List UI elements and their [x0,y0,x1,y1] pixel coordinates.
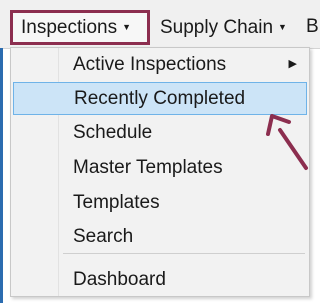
menu-item-templates[interactable]: Templates [13,186,307,219]
menubar: Inspections ▼ Supply Chain ▼ B [0,0,320,49]
menu-item-label: Active Inspections [73,54,227,75]
menu-supply-chain[interactable]: Supply Chain ▼ [160,12,287,42]
menu-item-active-inspections[interactable]: Active Inspections ▶ [13,48,307,81]
menu-item-label: Master Templates [73,157,223,178]
menu-inspections[interactable]: Inspections ▼ [10,10,150,45]
menu-item-schedule[interactable]: Schedule [13,116,307,149]
inspections-dropdown: Active Inspections ▶ Recently Completed … [10,47,310,297]
chevron-down-icon: ▼ [278,22,287,32]
menu-item-label: Search [73,226,134,247]
window-left-edge [0,48,3,303]
menu-item-label: Templates [73,192,160,213]
menu-item-label: Dashboard [73,269,166,290]
menu-item-recently-completed[interactable]: Recently Completed [13,82,307,115]
menu-item-label: Recently Completed [74,88,246,109]
menu-b-label: B [306,16,319,37]
menu-supply-chain-label: Supply Chain [160,17,274,38]
menu-item-search[interactable]: Search [13,220,307,253]
menu-inspections-label: Inspections [21,17,118,38]
menu-item-dashboard[interactable]: Dashboard [13,263,307,296]
chevron-down-icon: ▼ [122,22,132,32]
menu-item-label: Schedule [73,122,153,143]
menu-item-master-templates[interactable]: Master Templates [13,151,307,184]
chevron-right-icon: ▶ [288,58,297,70]
menu-b[interactable]: B [306,12,319,42]
menu-separator [63,253,305,254]
